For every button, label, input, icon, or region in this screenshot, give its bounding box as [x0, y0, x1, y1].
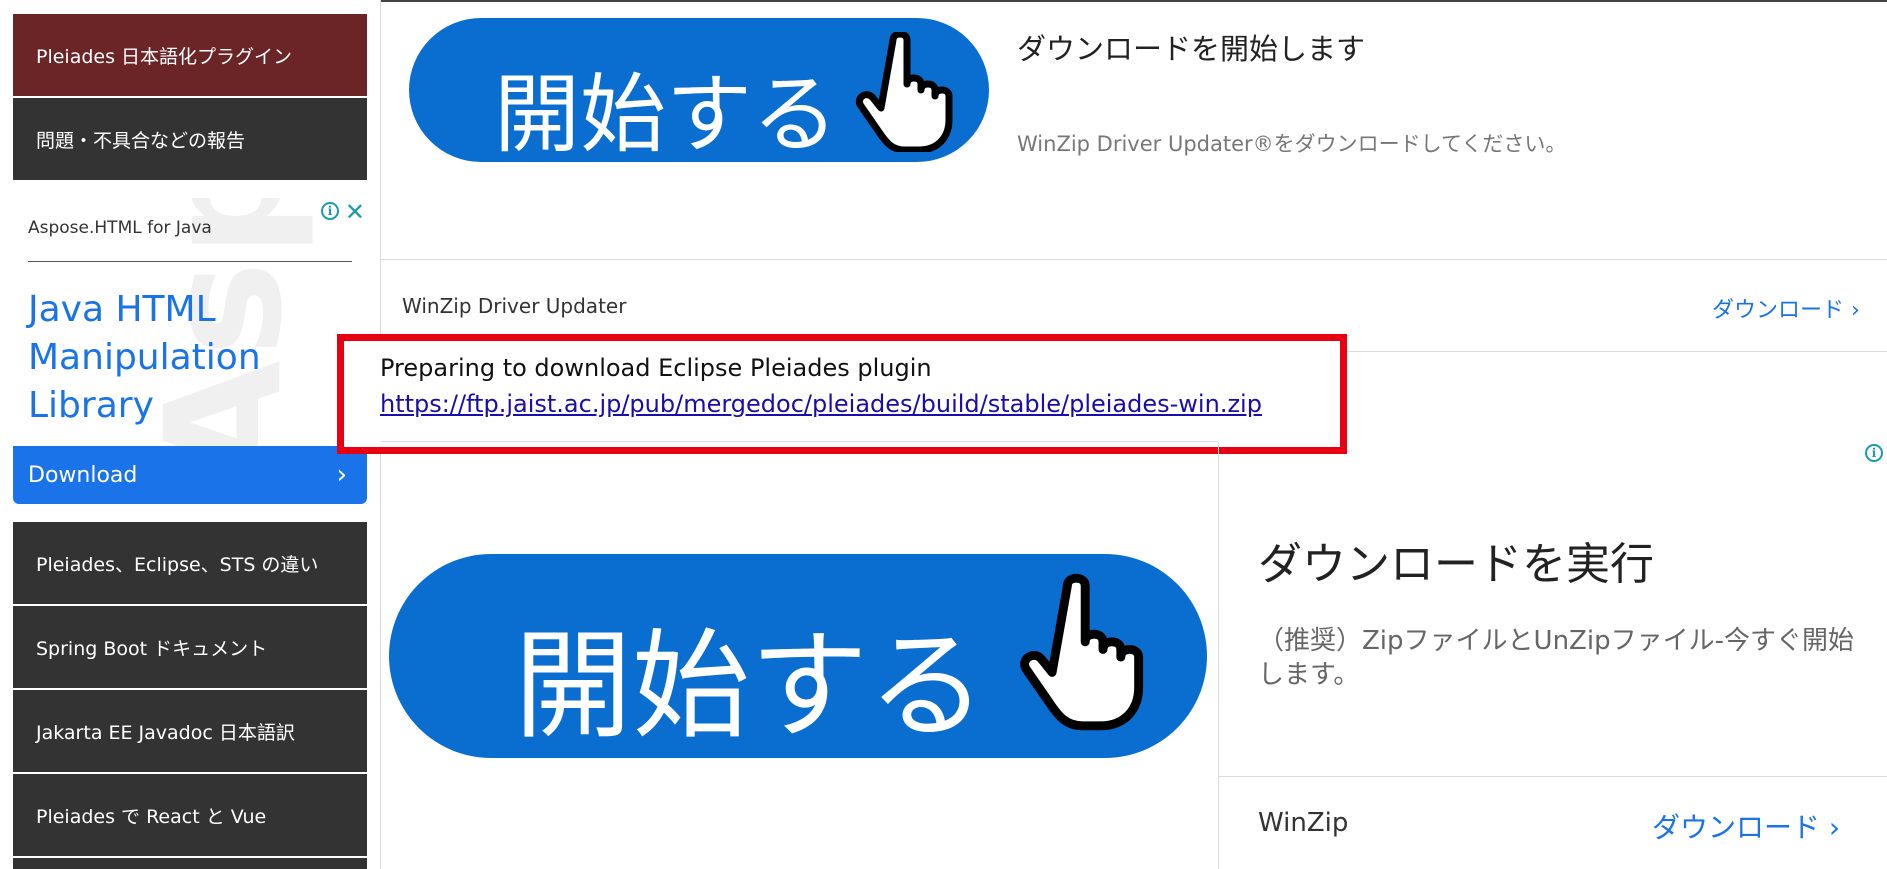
sidebar-item-label: Pleiades、Eclipse、STS の違い [36, 553, 319, 576]
pointing-hand-icon [1020, 573, 1144, 731]
download-url-link[interactable]: https://ftp.jaist.ac.jp/pub/mergedoc/ple… [380, 390, 1262, 418]
ad-divider [28, 261, 352, 262]
top-start-button[interactable]: 開始する [409, 18, 989, 165]
divider [381, 259, 1887, 260]
chevron-right-icon: › [1828, 811, 1841, 844]
download-link[interactable]: ダウンロード › [1652, 806, 1840, 846]
download-notice-text: Preparing to download Eclipse Pleiades p… [380, 354, 932, 382]
divider [1218, 442, 1219, 869]
sidebar-item-label: Pleiades で React と Vue [36, 805, 267, 828]
lower-ad-title[interactable]: ダウンロードを実行 [1258, 528, 1654, 592]
row-label: WinZip [1258, 808, 1349, 838]
sidebar-item-react-vue[interactable]: Pleiades で React と Vue [13, 774, 367, 856]
sidebar-item-next[interactable] [13, 858, 367, 869]
pointing-hand-icon [856, 32, 953, 152]
ad-headline[interactable]: Java HTML Manipulation Library [28, 286, 348, 430]
lower-start-button[interactable]: 開始する [389, 554, 1207, 758]
sidebar-item-label: 問題・不具合などの報告 [36, 129, 246, 152]
sidebar-ad[interactable]: Asp Aspose.HTML for Java i ✕ Java HTML M… [13, 198, 367, 504]
download-link-label: ダウンロード [1712, 298, 1845, 323]
start-button-label: 開始する [494, 65, 838, 165]
sidebar-item-pleiades-plugin[interactable]: Pleiades 日本語化プラグイン [13, 14, 367, 96]
download-link-label: ダウンロード [1652, 811, 1821, 844]
chevron-right-icon: › [1851, 298, 1860, 323]
ad-brand: Aspose.HTML for Java [28, 218, 212, 238]
sidebar-item-pleiades-differences[interactable]: Pleiades、Eclipse、STS の違い [13, 522, 367, 604]
sidebar-item-label: Jakarta EE Javadoc 日本語訳 [36, 721, 295, 744]
sidebar-item-label: Spring Boot ドキュメント [36, 637, 268, 660]
ad-download-button[interactable]: Download › [13, 446, 367, 504]
start-button-label: 開始する [514, 617, 987, 755]
ad-info-icon[interactable]: i [321, 202, 339, 220]
ad-close-icon[interactable]: ✕ [345, 198, 365, 226]
ad-info-icon[interactable]: i [1865, 444, 1883, 462]
download-link[interactable]: ダウンロード › [1712, 292, 1860, 324]
row-label: WinZip Driver Updater [402, 294, 627, 318]
sidebar-item-jakarta-ee-javadoc[interactable]: Jakarta EE Javadoc 日本語訳 [13, 690, 367, 772]
top-ad-subtitle: WinZip Driver Updater®をダウンロードしてください。 [1017, 132, 1567, 156]
top-ad-title[interactable]: ダウンロードを開始します [1017, 26, 1365, 68]
sidebar-item-label: Pleiades 日本語化プラグイン [36, 45, 293, 68]
sidebar: Pleiades 日本語化プラグイン 問題・不具合などの報告 Asp Aspos… [0, 0, 380, 869]
ad-download-label: Download [28, 462, 138, 488]
sidebar-item-report-issues[interactable]: 問題・不具合などの報告 [13, 98, 367, 180]
divider [1219, 776, 1887, 777]
sidebar-item-spring-boot-docs[interactable]: Spring Boot ドキュメント [13, 606, 367, 688]
chevron-right-icon: › [336, 460, 347, 490]
divider [381, 441, 1217, 442]
lower-ad-subtitle: （推奨）ZipファイルとUnZipファイル-今すぐ開始します。 [1258, 626, 1854, 690]
